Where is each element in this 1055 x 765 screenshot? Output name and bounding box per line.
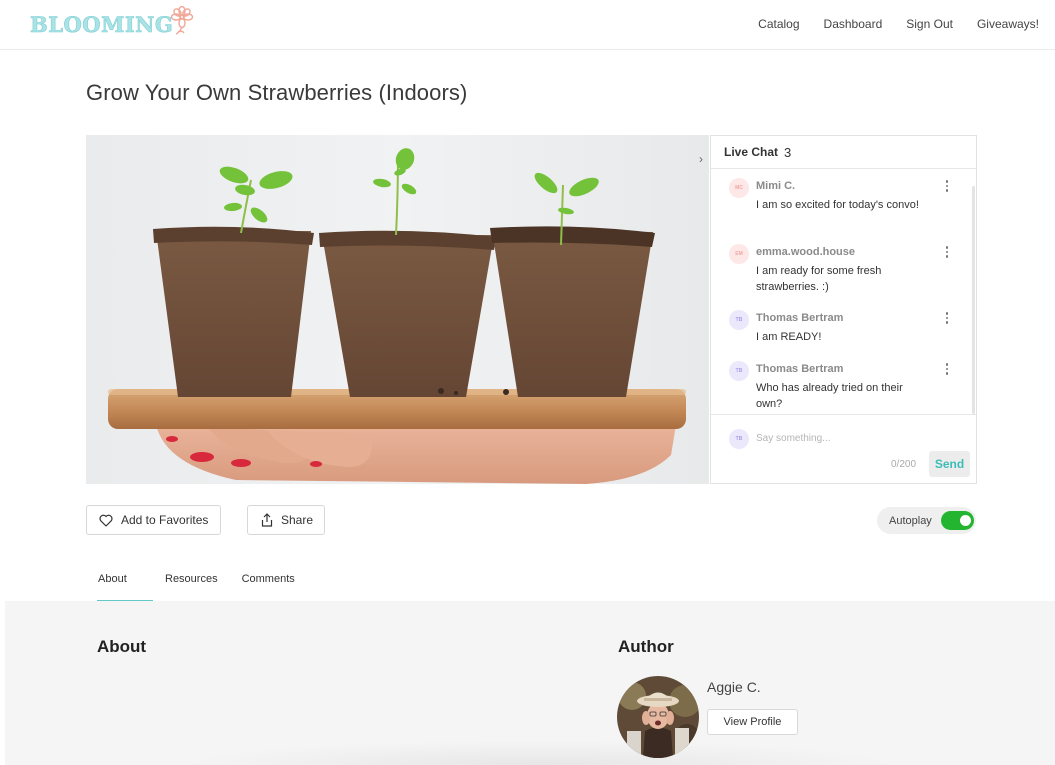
- main-nav: Catalog Dashboard Sign Out Giveaways!: [758, 0, 1039, 48]
- chat-compose: TB 0/200 Send: [711, 416, 976, 483]
- blooming-logo[interactable]: BLOOMING: [30, 6, 194, 39]
- more-options-icon[interactable]: [943, 361, 951, 377]
- top-nav-bar: BLOOMING Catalog Dashboard Sign Out Give…: [0, 0, 1055, 50]
- message-text: I am READY!: [756, 331, 822, 343]
- seedlings-image: [86, 135, 709, 484]
- live-chat-panel: Live Chat 3 MC Mimi C. I am so excited f…: [710, 135, 977, 484]
- chat-title: Live Chat: [724, 145, 779, 159]
- view-profile-button[interactable]: View Profile: [707, 709, 798, 735]
- message-author: Thomas Bertram: [756, 312, 844, 324]
- nav-dashboard[interactable]: Dashboard: [824, 17, 883, 31]
- tab-resources[interactable]: Resources: [153, 566, 230, 602]
- chat-viewer-count: 3: [784, 144, 792, 160]
- chat-scrollbar[interactable]: [972, 186, 975, 414]
- char-counter: 0/200: [891, 459, 917, 470]
- author-heading: Author: [618, 637, 674, 656]
- message-author: Thomas Bertram: [756, 363, 844, 375]
- nav-sign-out[interactable]: Sign Out: [906, 17, 953, 31]
- current-user-avatar: TB: [729, 429, 749, 449]
- author-photo: [617, 676, 699, 758]
- autoplay-control: Autoplay: [877, 507, 976, 534]
- page-title: Grow Your Own Strawberries (Indoors): [86, 80, 468, 105]
- author-name: Aggie C.: [707, 679, 761, 695]
- share-label: Share: [281, 513, 314, 527]
- chat-message-list[interactable]: MC Mimi C. I am so excited for today's c…: [711, 170, 976, 415]
- user-avatar: TB: [729, 361, 749, 381]
- message-author: Mimi C.: [756, 180, 796, 192]
- toggle-knob: [960, 515, 971, 526]
- user-avatar: MC: [729, 178, 749, 198]
- chat-header: Live Chat 3: [711, 136, 976, 169]
- autoplay-label: Autoplay: [889, 514, 932, 527]
- nav-giveaways[interactable]: Giveaways!: [977, 17, 1039, 31]
- message-text: I am ready for some fresh strawberries. …: [756, 265, 882, 293]
- share-button[interactable]: Share: [247, 505, 325, 535]
- tab-comments[interactable]: Comments: [230, 566, 307, 602]
- user-avatar: EM: [729, 244, 749, 264]
- about-heading: About: [97, 637, 147, 656]
- favorite-label: Add to Favorites: [121, 513, 209, 527]
- more-options-icon[interactable]: [943, 244, 951, 260]
- send-button[interactable]: Send: [929, 451, 970, 477]
- tab-about[interactable]: About: [86, 566, 153, 602]
- more-options-icon[interactable]: [943, 178, 951, 194]
- logo-text: BLOOMING: [30, 11, 174, 37]
- flower-icon: [171, 6, 194, 35]
- author-avatar[interactable]: [617, 676, 699, 758]
- nav-catalog[interactable]: Catalog: [758, 17, 799, 31]
- chat-message-input[interactable]: [756, 428, 956, 448]
- heart-icon: [99, 514, 113, 527]
- message-author: emma.wood.house: [756, 246, 856, 258]
- content-tabs: About Resources Comments: [86, 566, 307, 602]
- section-shadow: [180, 740, 900, 765]
- autoplay-toggle[interactable]: [941, 511, 974, 530]
- user-avatar: TB: [729, 310, 749, 330]
- video-player[interactable]: [86, 135, 709, 484]
- message-text: Who has already tried on their own?: [756, 382, 903, 410]
- chevron-right-icon[interactable]: ›: [695, 152, 707, 166]
- more-options-icon[interactable]: [943, 310, 951, 326]
- add-to-favorites-button[interactable]: Add to Favorites: [86, 505, 221, 535]
- message-text: I am so excited for today's convo!: [756, 199, 919, 211]
- share-icon: [261, 513, 273, 527]
